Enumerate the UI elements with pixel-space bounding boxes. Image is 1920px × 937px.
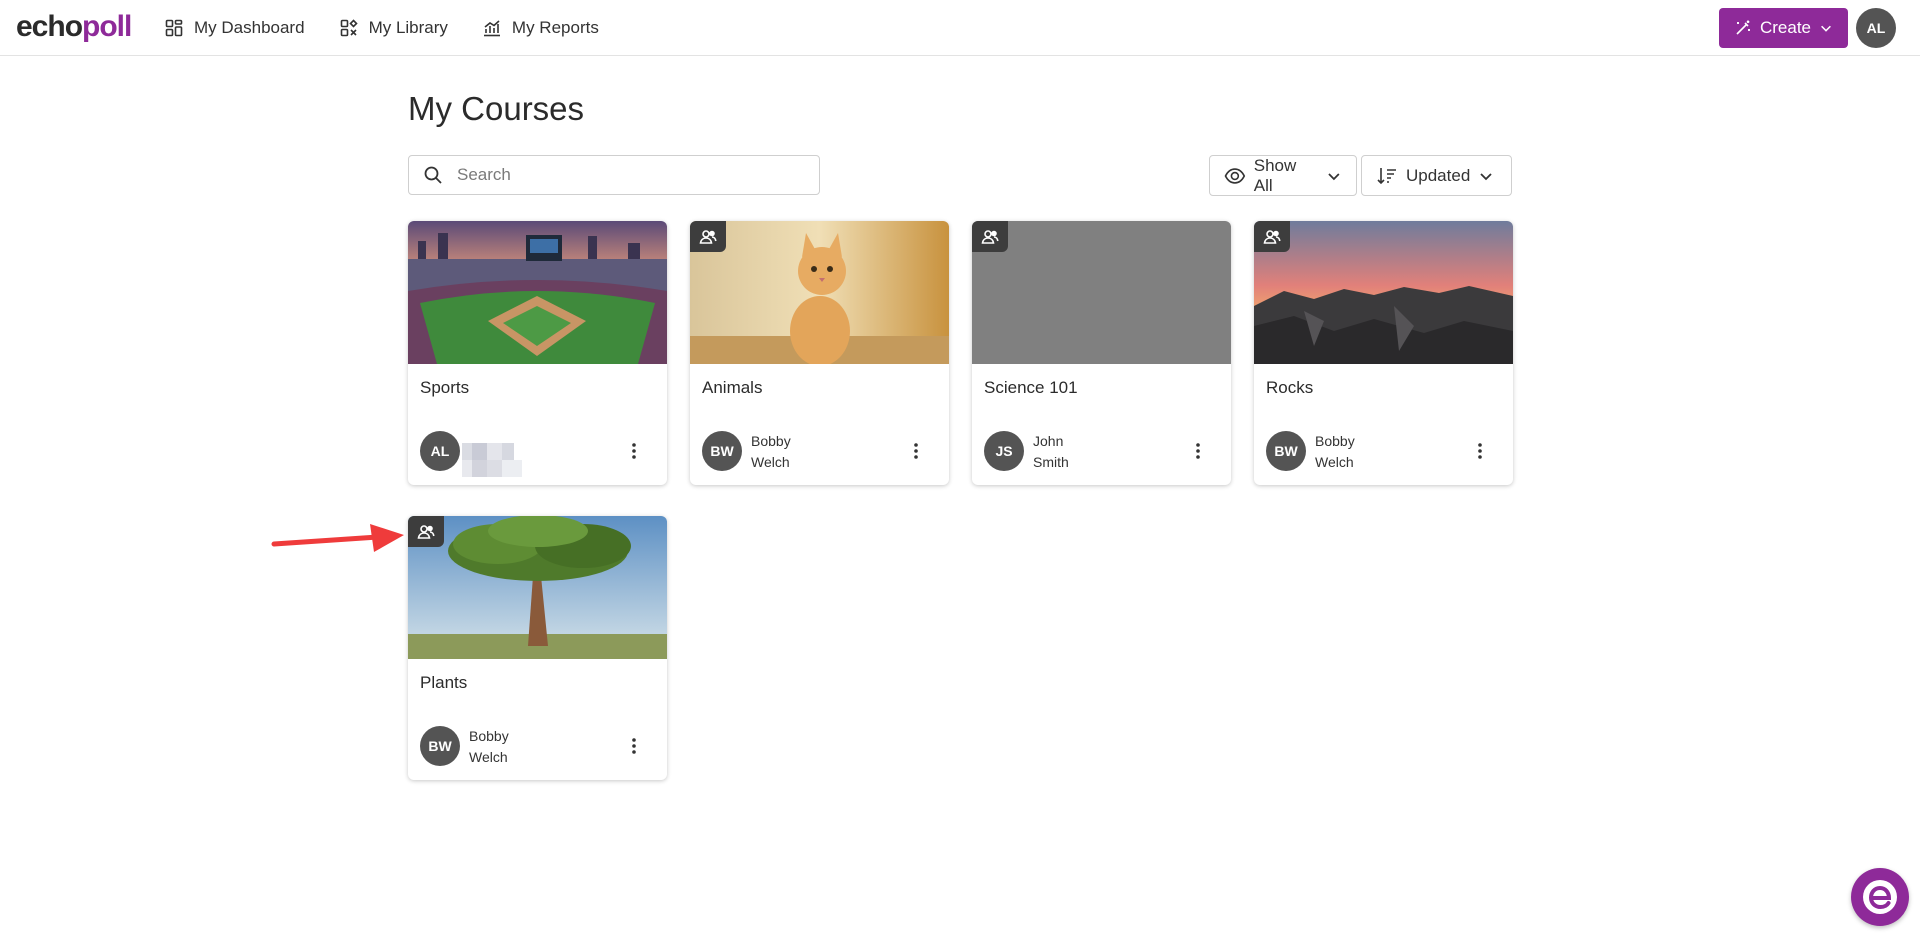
dashboard-icon [165, 19, 183, 37]
nav-my-dashboard[interactable]: My Dashboard [164, 18, 305, 38]
echopoll-logo[interactable]: echopoll [16, 10, 132, 44]
annotation-arrow [271, 524, 404, 552]
echopoll-e-icon [1863, 880, 1897, 914]
owner-avatar: JS [984, 431, 1024, 471]
course-menu-button[interactable] [622, 439, 646, 463]
shared-users-icon [981, 229, 999, 244]
course-card-animals[interactable]: Animals BW Bobby Welch [690, 221, 949, 485]
course-thumbnail [408, 516, 667, 659]
shared-users-icon [417, 524, 435, 539]
placeholder-image [972, 221, 1231, 364]
kebab-menu-icon [1478, 443, 1482, 459]
main-nav: My Dashboard My Library My Reports [164, 0, 633, 56]
shared-users-icon [1263, 229, 1281, 244]
course-card-sports[interactable]: Sports AL [408, 221, 667, 485]
page-title: My Courses [408, 90, 585, 127]
sort-dropdown[interactable]: Updated [1361, 155, 1512, 196]
create-label: Create [1759, 18, 1812, 37]
sort-icon [1377, 167, 1396, 184]
nav-label: My Library [368, 18, 448, 37]
shared-course-badge [690, 221, 726, 252]
nav-my-library[interactable]: My Library [339, 18, 448, 38]
nav-label: My Reports [511, 18, 599, 37]
owner-name: Bobby Welch [469, 728, 509, 765]
top-navbar: echopoll My Dashboard My Library My Repo… [0, 0, 1920, 56]
chevron-down-icon [1821, 25, 1831, 32]
course-card-plants[interactable]: Plants BW Bobby Welch [408, 516, 667, 780]
reports-icon [483, 20, 500, 37]
help-chat-button[interactable] [1851, 868, 1909, 926]
stadium-image [408, 221, 667, 364]
kebab-menu-icon [914, 443, 918, 459]
kebab-menu-icon [632, 443, 636, 459]
owner-avatar: BW [420, 726, 460, 766]
course-title: Plants [420, 673, 468, 692]
shared-users-icon [699, 229, 717, 244]
kitten-image [690, 221, 949, 364]
course-menu-button[interactable] [904, 439, 928, 463]
nav-my-reports[interactable]: My Reports [482, 18, 599, 38]
filter-label: Show All [1253, 155, 1297, 195]
course-title: Science 101 [984, 378, 1078, 397]
course-menu-button[interactable] [1468, 439, 1492, 463]
kebab-menu-icon [632, 738, 636, 754]
chevron-down-icon [1480, 172, 1492, 180]
owner-name: Bobby Welch [751, 433, 791, 470]
course-title: Sports [420, 378, 470, 397]
course-thumbnail [972, 221, 1231, 364]
shared-course-badge [972, 221, 1008, 252]
library-icon [340, 19, 358, 37]
owner-avatar: BW [702, 431, 742, 471]
rocks-sunset-image [1254, 221, 1513, 364]
magic-wand-icon [1736, 20, 1750, 35]
visibility-filter-dropdown[interactable]: Show All [1209, 155, 1357, 196]
course-thumbnail [1254, 221, 1513, 364]
course-card-science-101[interactable]: Science 101 JS John Smith [972, 221, 1231, 485]
create-button[interactable]: Create [1719, 8, 1848, 48]
course-menu-button[interactable] [1186, 439, 1210, 463]
course-thumbnail [408, 221, 667, 364]
owner-name: John Smith [1033, 433, 1069, 470]
user-avatar[interactable]: AL [1856, 8, 1896, 48]
search-input[interactable] [457, 165, 797, 185]
kebab-menu-icon [1196, 443, 1200, 459]
owner-avatar: BW [1266, 431, 1306, 471]
course-title: Animals [702, 378, 763, 397]
tree-image [408, 516, 667, 659]
shared-course-badge [408, 516, 444, 547]
nav-label: My Dashboard [194, 18, 305, 37]
search-icon [424, 166, 442, 184]
course-menu-button[interactable] [622, 734, 646, 758]
course-thumbnail [690, 221, 949, 364]
chevron-down-icon [1328, 172, 1340, 180]
course-card-rocks[interactable]: Rocks BW Bobby Welch [1254, 221, 1513, 485]
search-box[interactable] [408, 155, 820, 195]
eye-icon [1224, 167, 1246, 184]
owner-name: Bobby Welch [1315, 433, 1355, 470]
owner-avatar: AL [420, 431, 460, 471]
course-title: Rocks [1266, 378, 1314, 397]
pixelated-owner-name [462, 443, 522, 477]
sort-label: Updated [1406, 165, 1471, 185]
shared-course-badge [1254, 221, 1290, 252]
